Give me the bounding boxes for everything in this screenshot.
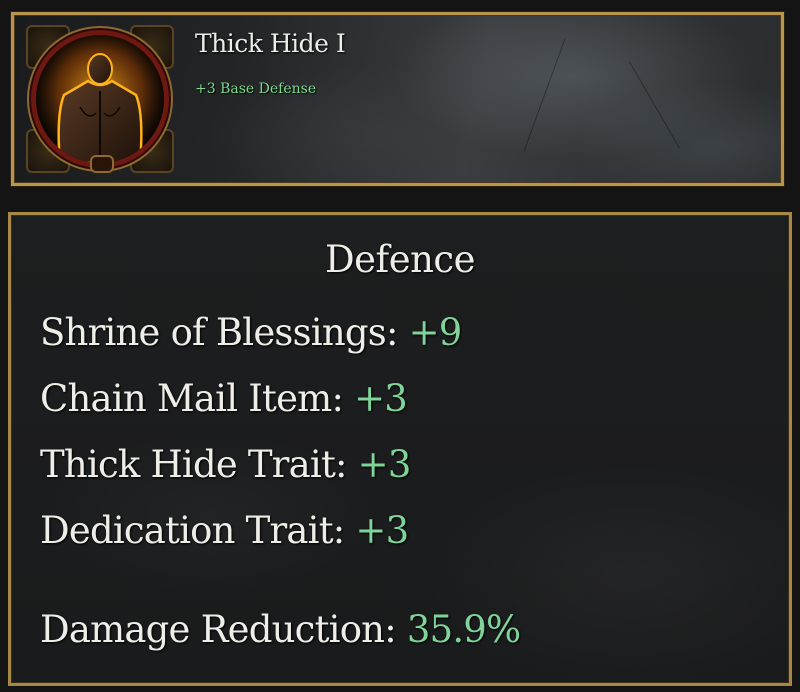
stat-label: Chain Mail Item: [40, 377, 344, 420]
trait-bonus: +3 Base Defense [195, 81, 317, 97]
stat-label: Dedication Trait: [40, 509, 345, 552]
background-crack [523, 38, 566, 152]
medallion-clasp [90, 155, 114, 173]
stat-row-chain-mail-item: Chain Mail Item: +3 [40, 377, 408, 420]
stat-label: Thick Hide Trait: [40, 443, 347, 486]
defence-title: Defence [324, 238, 476, 281]
damage-reduction-label: Damage Reduction: [40, 608, 397, 651]
stat-value: +3 [355, 509, 409, 552]
trait-portrait-frame [26, 25, 174, 173]
stat-row-thick-hide-trait: Thick Hide Trait: +3 [40, 443, 411, 486]
damage-reduction-value: 35.9% [406, 608, 521, 651]
stat-row-shrine-of-blessings: Shrine of Blessings: +9 [40, 311, 462, 354]
trait-title: Thick Hide I [195, 29, 346, 58]
stat-value: +9 [408, 311, 463, 354]
defence-panel: Defence Shrine of Blessings: +9 Chain Ma… [8, 212, 792, 686]
stat-label: Shrine of Blessings: [40, 311, 398, 354]
warrior-back-portrait-icon [36, 35, 164, 163]
stat-value: +3 [354, 377, 408, 420]
stat-row-dedication-trait: Dedication Trait: +3 [40, 509, 409, 552]
background-crack [629, 61, 680, 149]
stat-value: +3 [357, 443, 412, 486]
stat-row-damage-reduction: Damage Reduction: 35.9% [40, 608, 521, 651]
trait-card: Thick Hide I +3 Base Defense [11, 12, 784, 186]
